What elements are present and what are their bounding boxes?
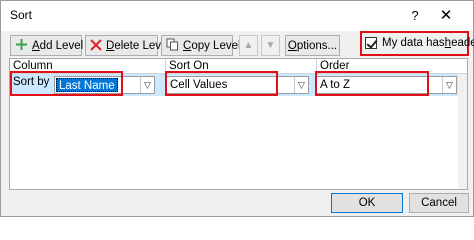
ok-button[interactable]: OK	[331, 193, 403, 213]
checkbox-check-icon[interactable]	[365, 37, 377, 49]
close-button[interactable]: ✕	[433, 6, 459, 26]
delete-level-button[interactable]: Delete Level	[85, 35, 170, 56]
up-arrow-icon: ▲	[243, 40, 254, 51]
add-level-label: dd Level	[39, 39, 84, 52]
my-data-has-headers-checkbox[interactable]: My data has headers	[365, 37, 474, 49]
options-label: ptions...	[296, 39, 338, 52]
sort-dialog: Sort ? ✕ Add Level Delete Level Copy Lev…	[0, 0, 474, 217]
plus-icon	[15, 38, 28, 53]
options-button[interactable]: Options...	[285, 35, 340, 56]
copy-icon	[166, 38, 179, 53]
down-arrow-icon: ▼	[265, 40, 276, 51]
help-button[interactable]: ?	[405, 6, 425, 26]
x-icon	[90, 38, 102, 53]
chevron-down-icon[interactable]: ▽	[442, 77, 456, 93]
dialog-title: Sort	[10, 8, 33, 22]
chevron-down-icon[interactable]: ▽	[294, 77, 308, 93]
copy-level-hotkey: C	[183, 39, 192, 52]
delete-level-hotkey: D	[106, 39, 115, 52]
move-down-button[interactable]: ▼	[261, 35, 280, 56]
column-highlight	[10, 71, 123, 96]
copy-level-button[interactable]: Copy Level	[161, 35, 241, 56]
title-bar: Sort ? ✕	[1, 1, 473, 31]
order-highlight	[315, 71, 429, 96]
cancel-button[interactable]: Cancel	[409, 193, 469, 213]
move-up-button[interactable]: ▲	[239, 35, 258, 56]
sort-levels-grid: Column Sort On Order Sort by Last Name ▽…	[9, 58, 468, 190]
headers-label-before: My data has	[382, 37, 445, 49]
copy-level-label: opy Level	[191, 39, 241, 52]
options-hotkey: O	[287, 39, 297, 52]
headers-label-after: eaders	[451, 37, 474, 49]
chevron-down-icon[interactable]: ▽	[140, 77, 154, 93]
add-level-button[interactable]: Add Level	[10, 35, 84, 56]
sort-on-highlight	[165, 71, 278, 96]
add-level-hotkey: A	[32, 39, 40, 52]
grid-scrollbar[interactable]	[458, 74, 467, 189]
